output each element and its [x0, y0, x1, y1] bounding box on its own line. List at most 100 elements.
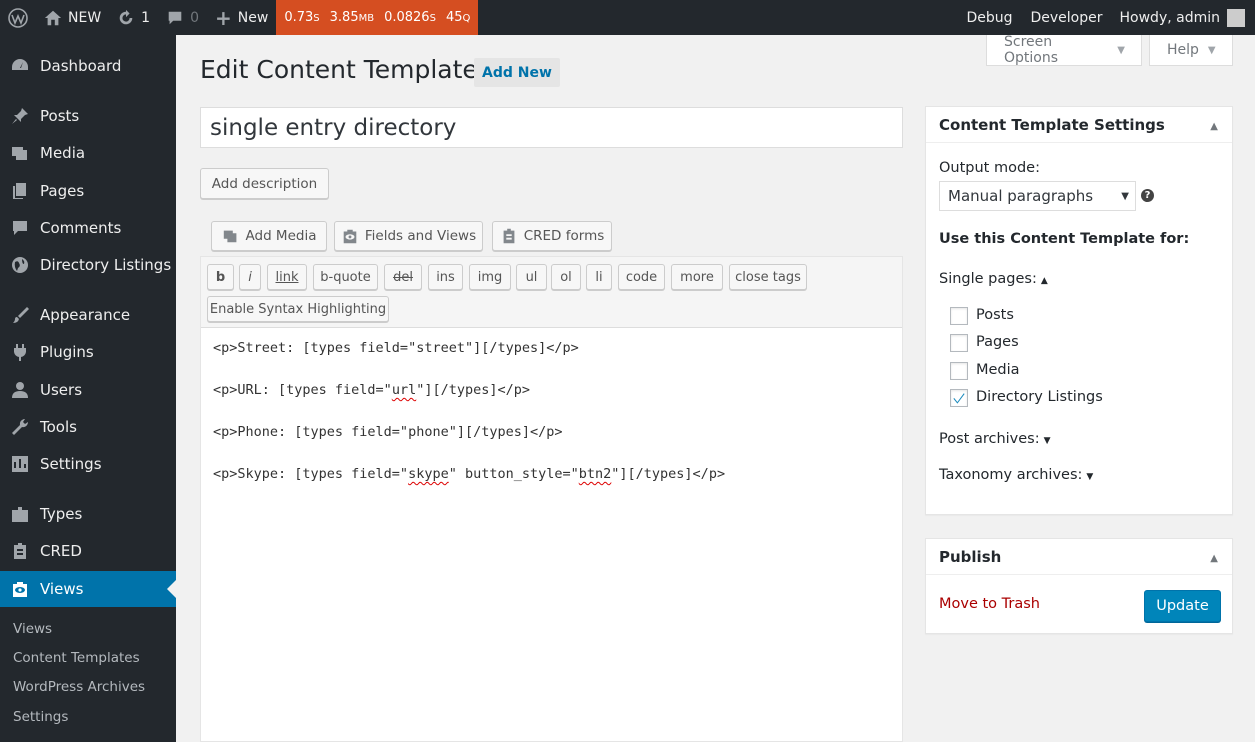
qt-code-button[interactable]: code [618, 264, 665, 290]
updates-link[interactable]: 1 [109, 0, 158, 35]
add-media-button[interactable]: Add Media [211, 221, 327, 251]
add-media-label: Add Media [245, 228, 317, 244]
site-name: NEW [68, 9, 102, 26]
checkbox-pages[interactable] [950, 334, 968, 352]
qt-italic-button[interactable]: i [239, 264, 261, 290]
qt-ins-button[interactable]: ins [428, 264, 463, 290]
perf-memory: 3.85MB [329, 10, 375, 25]
fields-and-views-label: Fields and Views [364, 228, 477, 244]
checkbox-media[interactable] [950, 362, 968, 380]
add-new-button[interactable]: Add New [474, 58, 560, 87]
triangle-up-icon[interactable]: ▲ [1210, 553, 1218, 564]
editor-container [200, 256, 903, 742]
help-label: Help [1167, 42, 1199, 58]
comments-count: 0 [190, 9, 200, 26]
submenu-settings[interactable]: Settings [13, 709, 68, 725]
submenu-wordpress-archives[interactable]: WordPress Archives [13, 679, 145, 695]
menu-label-posts: Posts [40, 107, 80, 125]
menu-item-settings[interactable]: Settings [0, 446, 176, 482]
qt-blockquote-button[interactable]: b-quote [313, 264, 378, 290]
menu-item-pages[interactable]: Pages [0, 173, 176, 209]
menu-item-types[interactable]: Types [0, 496, 176, 532]
comment-icon [0, 218, 40, 238]
post-archives-toggle[interactable]: Post archives: ▼ [939, 431, 1051, 447]
my-account-link[interactable]: Howdy, admin [1112, 0, 1255, 35]
menu-item-views[interactable]: Views [0, 571, 176, 607]
comments-link[interactable]: 0 [158, 0, 207, 35]
qt-close-tags-button[interactable]: close tags [729, 264, 807, 290]
checkbox-directory-listings[interactable] [950, 389, 968, 407]
updates-count: 1 [141, 9, 151, 26]
perf-time: 0.73S [284, 10, 320, 25]
menu-item-media[interactable]: Media [0, 135, 176, 171]
update-button[interactable]: Update [1144, 590, 1221, 622]
menu-label-media: Media [40, 144, 86, 162]
triangle-up-icon[interactable]: ▲ [1210, 121, 1218, 132]
settings-box-title[interactable]: Content Template Settings [926, 107, 1232, 143]
plus-icon: + [215, 5, 232, 30]
menu-label-comments: Comments [40, 219, 122, 237]
submenu-content-templates[interactable]: Content Templates [13, 650, 140, 666]
cred-forms-button[interactable]: CRED forms [492, 221, 612, 251]
qt-li-button[interactable]: li [586, 264, 612, 290]
qt-del-button[interactable]: del [384, 264, 422, 290]
submenu-views[interactable]: Views [13, 621, 52, 637]
title-input[interactable] [200, 107, 903, 148]
help-question-icon[interactable]: ? [1141, 189, 1154, 202]
menu-item-comments[interactable]: Comments [0, 210, 176, 246]
output-mode-select[interactable]: Manual paragraphs ▼ [939, 181, 1136, 211]
qt-img-button[interactable]: img [469, 264, 511, 290]
output-mode-label: Output mode: [939, 160, 1040, 176]
home-icon [44, 9, 62, 27]
move-to-trash-link[interactable]: Move to Trash [939, 596, 1040, 612]
menu-item-directory-listings[interactable]: Directory Listings [0, 247, 176, 283]
publish-box-title[interactable]: Publish [926, 539, 1232, 575]
menu-label-directory-listings: Directory Listings [40, 256, 172, 274]
perf-queries: 45Q [445, 10, 471, 25]
debug-link[interactable]: Debug [957, 0, 1021, 35]
triangle-down-icon: ▼ [1117, 44, 1125, 56]
views-icon [343, 229, 357, 244]
add-description-button[interactable]: Add description [200, 168, 329, 199]
menu-item-users[interactable]: Users [0, 372, 176, 408]
syntax-highlighting-button[interactable]: Enable Syntax Highlighting [207, 296, 389, 322]
menu-item-dashboard[interactable]: Dashboard [0, 48, 176, 84]
qt-bold-button[interactable]: b [207, 264, 234, 290]
new-content-link[interactable]: + New [207, 0, 276, 35]
fields-and-views-button[interactable]: Fields and Views [334, 221, 483, 251]
screen-options-button[interactable]: Screen Options ▼ [986, 34, 1142, 66]
qt-link-button[interactable]: link [267, 264, 307, 290]
checkbox-label-pages: Pages [976, 334, 1019, 350]
output-mode-value: Manual paragraphs [948, 187, 1094, 205]
debug-performance-bar[interactable]: 0.73S 3.85MB 0.0826S 45Q [276, 0, 479, 35]
single-pages-toggle[interactable]: Single pages: ▲ [939, 271, 1048, 287]
avatar [1227, 8, 1245, 27]
qt-more-button[interactable]: more [671, 264, 723, 290]
menu-item-tools[interactable]: Tools [0, 409, 176, 445]
cred-icon [0, 541, 40, 561]
qt-ul-button[interactable]: ul [516, 264, 547, 290]
checkmark-icon [953, 393, 965, 404]
globe-icon [0, 255, 40, 275]
screen-options-label: Screen Options [1004, 34, 1059, 66]
code-line: <p>Phone: [types field="phone"][/types]<… [213, 424, 563, 440]
checkbox-posts[interactable] [950, 307, 968, 325]
menu-item-cred[interactable]: CRED [0, 533, 176, 569]
menu-label-users: Users [40, 381, 83, 399]
wordpress-logo-icon[interactable] [0, 0, 36, 35]
use-for-label: Use this Content Template for: [939, 231, 1190, 247]
menu-item-posts[interactable]: Posts [0, 98, 176, 134]
help-button[interactable]: Help ▼ [1149, 35, 1233, 66]
code-line: <p>URL: [types field="url"][/types]</p> [213, 382, 530, 398]
site-name-link[interactable]: NEW [36, 0, 109, 35]
developer-link[interactable]: Developer [1022, 0, 1112, 35]
wrench-icon [0, 417, 40, 437]
qt-ol-button[interactable]: ol [551, 264, 581, 290]
select-caret-icon: ▼ [1121, 190, 1129, 202]
update-icon [117, 9, 135, 27]
menu-item-appearance[interactable]: Appearance [0, 297, 176, 333]
taxonomy-archives-toggle[interactable]: Taxonomy archives: ▼ [939, 467, 1093, 483]
plug-icon [0, 342, 40, 362]
triangle-down-icon: ▼ [1207, 44, 1216, 56]
menu-item-plugins[interactable]: Plugins [0, 334, 176, 370]
